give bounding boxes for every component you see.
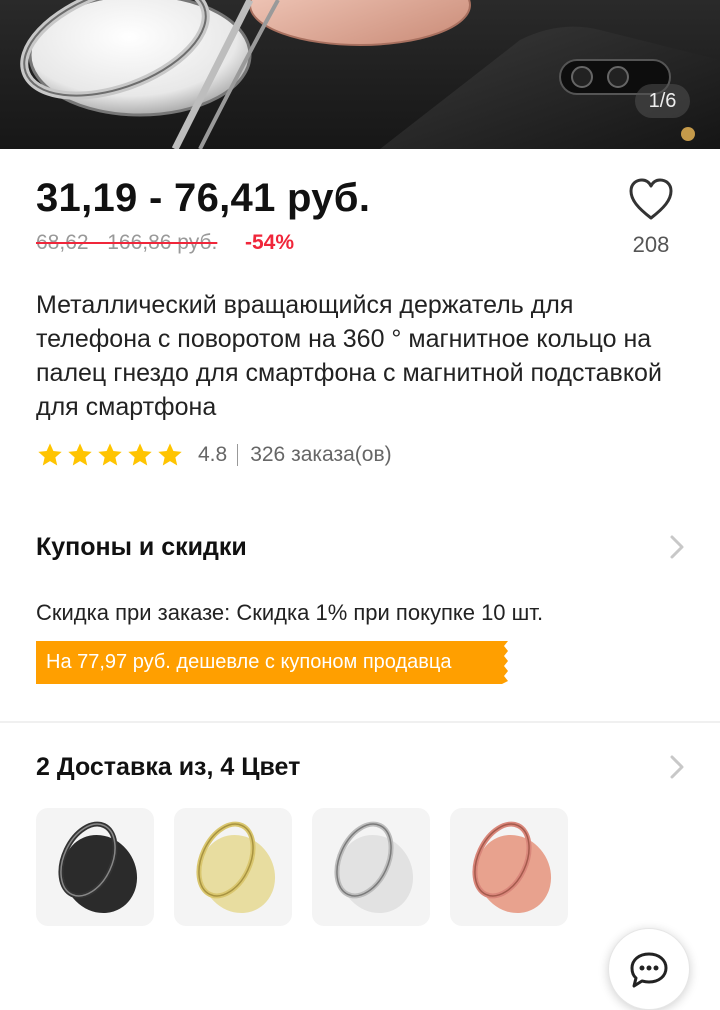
star-icon <box>98 443 122 466</box>
color-option-silver[interactable] <box>312 808 430 926</box>
chevron-right-icon[interactable] <box>668 754 686 780</box>
chat-bubble-icon <box>630 952 668 988</box>
star-icon <box>158 443 182 466</box>
star-icon <box>68 443 92 466</box>
color-option-rose-gold[interactable] <box>450 808 568 926</box>
product-title: Металлический вращающийся держатель для … <box>36 291 662 421</box>
star-icon <box>38 443 62 466</box>
favorites-count: 208 <box>632 232 670 257</box>
order-discount-text: Скидка при заказе: Скидка 1% при покупке… <box>36 600 544 625</box>
ring-holder-rose-gold <box>472 821 552 914</box>
star-icon <box>128 443 152 466</box>
rating-stars <box>36 441 184 469</box>
ring-holders-photo <box>20 0 720 149</box>
color-option-black[interactable] <box>36 808 154 926</box>
discount-percent: -54% <box>245 231 295 254</box>
coupon-edge <box>502 641 508 684</box>
rating-value: 4.8 <box>198 443 228 466</box>
variants-title[interactable]: 2 Доставка из, 4 Цвет <box>36 753 300 782</box>
coupons-title[interactable]: Купоны и скидки <box>36 533 247 562</box>
coupon-banner[interactable]: На 77,97 руб. дешевле с купоном продавца <box>36 641 508 684</box>
rating-row[interactable]: 4.8 326 заказа(ов) <box>36 440 392 470</box>
orders-count: 326 заказа(ов) <box>250 443 392 466</box>
chat-button[interactable] <box>608 928 690 1010</box>
color-options <box>36 808 568 926</box>
ring-holder-gold <box>196 821 276 914</box>
old-price: 68,62 - 166,86 руб. <box>36 231 218 254</box>
coupon-banner-text: На 77,97 руб. дешевле с купоном продавца <box>46 651 452 673</box>
color-option-gold[interactable] <box>174 808 292 926</box>
ring-holder-silver <box>334 821 414 914</box>
section-divider <box>0 721 720 723</box>
ring-holder-black <box>58 821 138 914</box>
image-counter: 1/6 <box>635 84 690 118</box>
chevron-right-icon[interactable] <box>668 534 686 560</box>
current-price: 31,19 - 76,41 руб. <box>36 176 371 220</box>
heart-icon[interactable] <box>628 178 674 222</box>
product-image[interactable]: 1/6 <box>0 0 720 149</box>
divider <box>237 444 239 466</box>
